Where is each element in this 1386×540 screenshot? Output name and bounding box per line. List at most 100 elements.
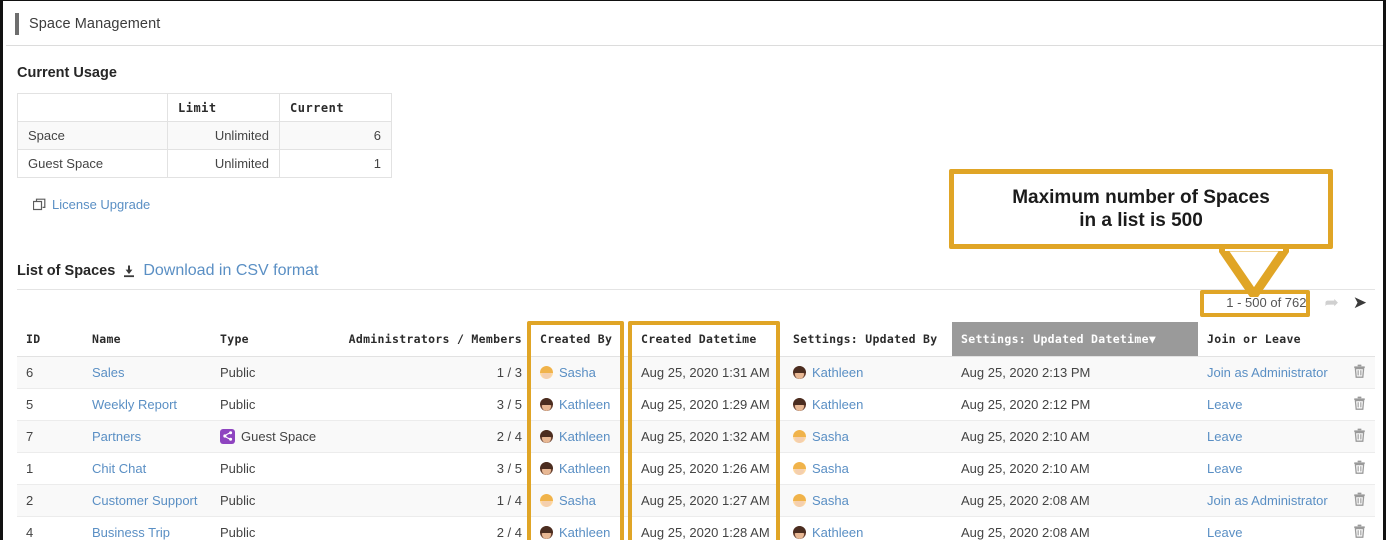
join-or-leave-link[interactable]: Leave xyxy=(1207,525,1242,540)
cell-name[interactable]: Business Trip xyxy=(83,516,211,540)
join-or-leave-link[interactable]: Join as Administrator xyxy=(1207,493,1328,508)
trash-icon[interactable] xyxy=(1353,366,1366,381)
avatar xyxy=(793,398,806,411)
column-header-settings-updated-datetime[interactable]: Settings: Updated Datetime▼ xyxy=(952,322,1198,356)
join-or-leave-link[interactable]: Leave xyxy=(1207,461,1242,476)
space-name-link[interactable]: Sales xyxy=(92,365,125,380)
usage-row-label: Guest Space xyxy=(18,150,168,178)
cell-administrators-members: 1 / 3 xyxy=(324,356,531,388)
column-header-name[interactable]: Name xyxy=(83,322,211,356)
join-or-leave-link[interactable]: Leave xyxy=(1207,429,1242,444)
trash-icon[interactable] xyxy=(1353,526,1366,540)
settings-updated-by-link[interactable]: Sasha xyxy=(812,493,849,508)
settings-updated-by-link[interactable]: Kathleen xyxy=(812,397,863,412)
column-header-settings-updated-by[interactable]: Settings: Updated By xyxy=(784,322,952,356)
settings-updated-by-link[interactable]: Kathleen xyxy=(812,525,863,540)
created-by-link[interactable]: Kathleen xyxy=(559,429,610,444)
cell-settings-updated-by[interactable]: Sasha xyxy=(784,420,952,452)
cell-settings-updated-by[interactable]: Kathleen xyxy=(784,356,952,388)
cell-delete[interactable] xyxy=(1344,420,1375,452)
current-usage-heading: Current Usage xyxy=(17,65,117,81)
cell-join-or-leave[interactable]: Leave xyxy=(1198,452,1344,484)
cell-delete[interactable] xyxy=(1344,516,1375,540)
usage-col-limit: Limit xyxy=(168,94,280,122)
created-by-link[interactable]: Sasha xyxy=(559,493,596,508)
avatar xyxy=(540,494,553,507)
cell-settings-updated-by[interactable]: Kathleen xyxy=(784,516,952,540)
table-row: 2Customer SupportPublic1 / 4SashaAug 25,… xyxy=(17,484,1375,516)
cell-join-or-leave[interactable]: Join as Administrator xyxy=(1198,356,1344,388)
cell-created-by[interactable]: Sasha xyxy=(531,484,632,516)
cell-name[interactable]: Sales xyxy=(83,356,211,388)
avatar xyxy=(540,430,553,443)
join-or-leave-link[interactable]: Join as Administrator xyxy=(1207,365,1328,380)
created-by-link[interactable]: Kathleen xyxy=(559,397,610,412)
space-name-link[interactable]: Partners xyxy=(92,429,141,444)
column-header-id[interactable]: ID xyxy=(17,322,83,356)
list-of-spaces-header: List of Spaces Download in CSV format xyxy=(17,262,319,280)
space-name-link[interactable]: Customer Support xyxy=(92,493,198,508)
cell-settings-updated-by[interactable]: Kathleen xyxy=(784,388,952,420)
cell-name[interactable]: Customer Support xyxy=(83,484,211,516)
avatar xyxy=(793,366,806,379)
cell-join-or-leave[interactable]: Leave xyxy=(1198,516,1344,540)
column-header-created-datetime[interactable]: Created Datetime xyxy=(632,322,784,356)
cell-created-by[interactable]: Kathleen xyxy=(531,452,632,484)
avatar xyxy=(793,462,806,475)
arrow-right-icon[interactable]: ➤ xyxy=(1353,294,1367,311)
cell-created-by[interactable]: Sasha xyxy=(531,356,632,388)
cell-type: Public xyxy=(211,516,324,540)
join-or-leave-link[interactable]: Leave xyxy=(1207,397,1242,412)
cell-created-by[interactable]: Kathleen xyxy=(531,516,632,540)
column-header-type[interactable]: Type xyxy=(211,322,324,356)
cell-name[interactable]: Weekly Report xyxy=(83,388,211,420)
cell-delete[interactable] xyxy=(1344,356,1375,388)
cell-delete[interactable] xyxy=(1344,484,1375,516)
cell-settings-updated-by[interactable]: Sasha xyxy=(784,452,952,484)
created-by-link[interactable]: Kathleen xyxy=(559,525,610,540)
arrow-left-icon[interactable]: ➦ xyxy=(1325,294,1339,311)
license-upgrade-label[interactable]: License Upgrade xyxy=(52,197,150,212)
trash-icon[interactable] xyxy=(1353,462,1366,477)
cell-name[interactable]: Partners xyxy=(83,420,211,452)
space-name-link[interactable]: Weekly Report xyxy=(92,397,177,412)
space-name-link[interactable]: Chit Chat xyxy=(92,461,146,476)
title-accent-bar xyxy=(15,13,19,35)
cell-join-or-leave[interactable]: Join as Administrator xyxy=(1198,484,1344,516)
trash-icon[interactable] xyxy=(1353,398,1366,413)
download-icon[interactable] xyxy=(123,265,135,278)
cell-type: Public xyxy=(211,388,324,420)
license-upgrade-link[interactable]: License Upgrade xyxy=(33,197,150,212)
column-header-administrators-members[interactable]: Administrators / Members xyxy=(324,322,531,356)
table-row: 6SalesPublic1 / 3SashaAug 25, 2020 1:31 … xyxy=(17,356,1375,388)
cell-join-or-leave[interactable]: Leave xyxy=(1198,420,1344,452)
cell-id: 6 xyxy=(17,356,83,388)
cell-settings-updated-by[interactable]: Sasha xyxy=(784,484,952,516)
cell-join-or-leave[interactable]: Leave xyxy=(1198,388,1344,420)
usage-row-guest-space: Guest Space Unlimited 1 xyxy=(18,150,392,178)
trash-icon[interactable] xyxy=(1353,494,1366,509)
cell-settings-updated-datetime: Aug 25, 2020 2:10 AM xyxy=(952,452,1198,484)
column-header-join-or-leave[interactable]: Join or Leave xyxy=(1198,322,1344,356)
settings-updated-by-link[interactable]: Kathleen xyxy=(812,365,863,380)
cell-created-by[interactable]: Kathleen xyxy=(531,420,632,452)
avatar xyxy=(540,526,553,539)
created-by-link[interactable]: Kathleen xyxy=(559,461,610,476)
settings-updated-by-link[interactable]: Sasha xyxy=(812,429,849,444)
space-name-link[interactable]: Business Trip xyxy=(92,525,170,540)
cell-delete[interactable] xyxy=(1344,388,1375,420)
space-management-screen: Space Management Current Usage Limit Cur… xyxy=(0,0,1386,540)
cell-created-datetime: Aug 25, 2020 1:29 AM xyxy=(632,388,784,420)
usage-col-blank xyxy=(18,94,168,122)
usage-row-current: 6 xyxy=(280,122,392,150)
column-header-created-by[interactable]: Created By xyxy=(531,322,632,356)
created-by-link[interactable]: Sasha xyxy=(559,365,596,380)
table-row: 7PartnersGuest Space2 / 4KathleenAug 25,… xyxy=(17,420,1375,452)
trash-icon[interactable] xyxy=(1353,430,1366,445)
download-csv-link[interactable]: Download in CSV format xyxy=(143,262,318,280)
spaces-header-row: ID Name Type Administrators / Members Cr… xyxy=(17,322,1375,356)
cell-delete[interactable] xyxy=(1344,452,1375,484)
settings-updated-by-link[interactable]: Sasha xyxy=(812,461,849,476)
cell-created-by[interactable]: Kathleen xyxy=(531,388,632,420)
cell-name[interactable]: Chit Chat xyxy=(83,452,211,484)
